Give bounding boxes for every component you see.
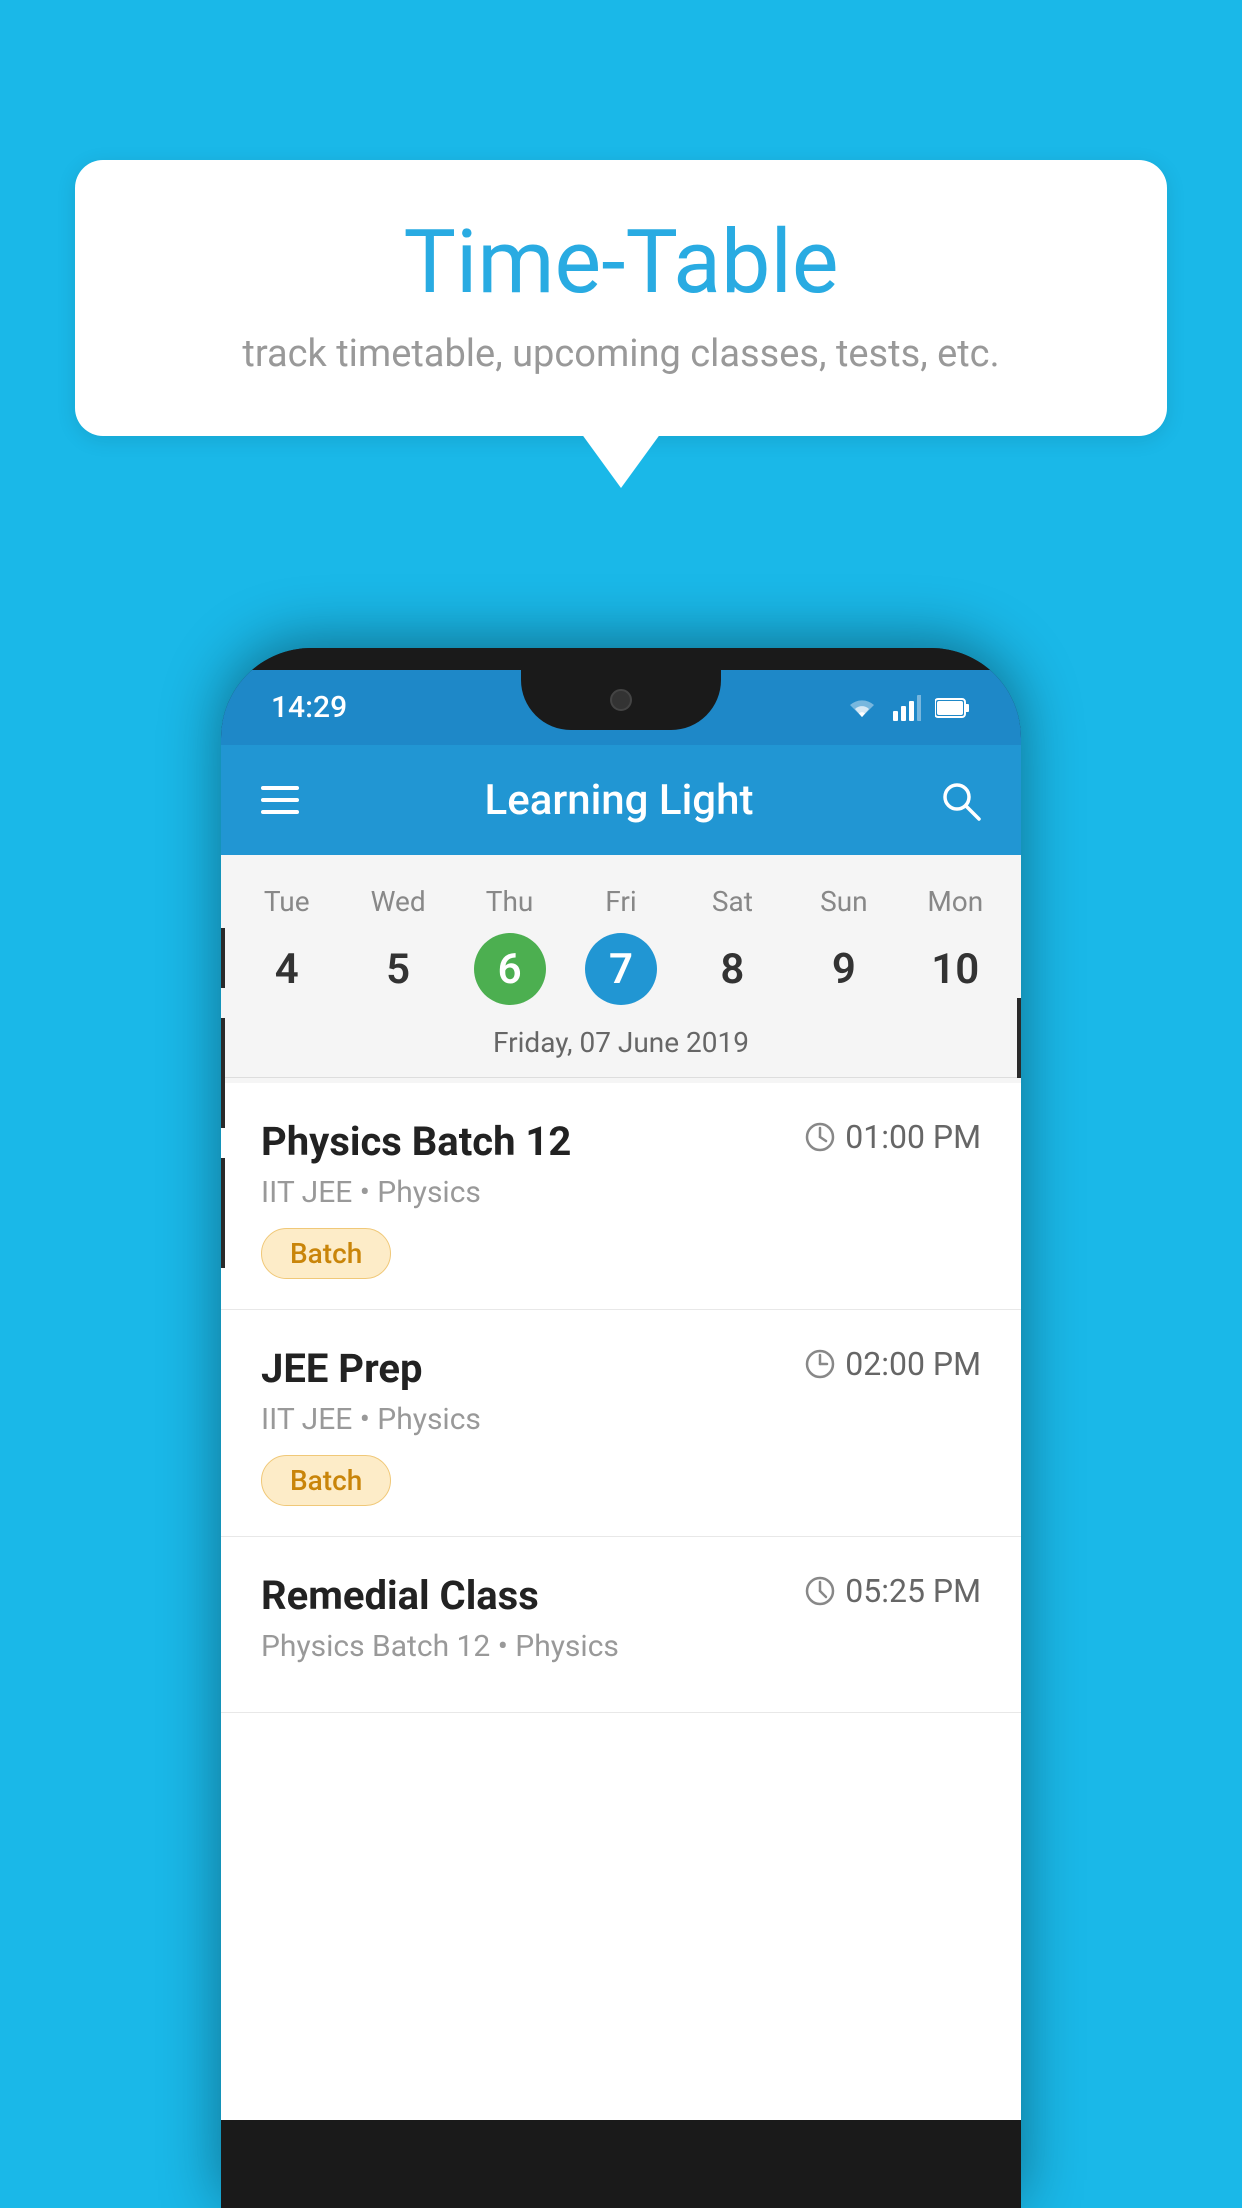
day-name-mon: Mon (900, 875, 1011, 928)
day-name-tue: Tue (231, 875, 342, 928)
class-time-2: 02:00 PM (805, 1345, 981, 1383)
phone-frame: 14:29 (221, 648, 1021, 2208)
status-time: 14:29 (271, 690, 347, 725)
batch-tag-2: Batch (261, 1455, 391, 1506)
phone-top-border (221, 648, 1021, 670)
battery-icon (935, 697, 971, 719)
day-8[interactable]: 8 (677, 933, 788, 1006)
notch (521, 670, 721, 730)
day-4[interactable]: 4 (231, 933, 342, 1006)
schedule-list: Physics Batch 12 01:00 PM IIT JEE • Phys… (221, 1083, 1021, 2120)
bubble-subtitle: track timetable, upcoming classes, tests… (135, 332, 1107, 376)
app-bar: Learning Light (221, 745, 1021, 855)
day-9[interactable]: 9 (788, 933, 899, 1006)
day-name-sat: Sat (677, 875, 788, 928)
silent-button[interactable] (221, 928, 225, 988)
clock-icon-3 (805, 1576, 835, 1606)
day-names: Tue Wed Thu Fri Sat Sun Mon (221, 875, 1021, 928)
time-text-2: 02:00 PM (845, 1345, 981, 1383)
time-text-3: 05:25 PM (845, 1572, 981, 1610)
schedule-item-2[interactable]: JEE Prep 02:00 PM IIT JEE • Physics Batc… (221, 1310, 1021, 1537)
signal-icon (893, 695, 921, 721)
power-button[interactable] (1017, 998, 1021, 1078)
schedule-item-1[interactable]: Physics Batch 12 01:00 PM IIT JEE • Phys… (221, 1083, 1021, 1310)
clock-icon-1 (805, 1122, 835, 1152)
batch-tag-1: Batch (261, 1228, 391, 1279)
class-name-3: Remedial Class (261, 1572, 539, 1619)
class-subject-3: Physics Batch 12 • Physics (261, 1629, 981, 1664)
day-5[interactable]: 5 (342, 933, 453, 1006)
day-name-wed: Wed (342, 875, 453, 928)
schedule-item-1-header: Physics Batch 12 01:00 PM (261, 1118, 981, 1165)
schedule-item-3[interactable]: Remedial Class 05:25 PM Physics Batch 12… (221, 1537, 1021, 1713)
phone-inner: Learning Light Tue Wed Thu Fri Sat Sun M… (221, 745, 1021, 2120)
schedule-item-3-header: Remedial Class 05:25 PM (261, 1572, 981, 1619)
class-time-1: 01:00 PM (805, 1118, 981, 1156)
volume-up-button[interactable] (221, 1018, 225, 1128)
speech-bubble: Time-Table track timetable, upcoming cla… (75, 160, 1167, 436)
class-name-2: JEE Prep (261, 1345, 422, 1392)
day-numbers: 4 5 6 7 8 9 10 (221, 928, 1021, 1011)
selected-date-label: Friday, 07 June 2019 (221, 1011, 1021, 1078)
status-bar: 14:29 (221, 670, 1021, 745)
camera (610, 689, 632, 711)
day-name-sun: Sun (788, 875, 899, 928)
time-text-1: 01:00 PM (845, 1118, 981, 1156)
day-name-thu: Thu (454, 875, 565, 928)
calendar-strip: Tue Wed Thu Fri Sat Sun Mon 4 5 6 7 8 9 … (221, 855, 1021, 1083)
app-title: Learning Light (334, 776, 904, 825)
volume-down-button[interactable] (221, 1158, 225, 1268)
search-icon[interactable] (939, 779, 981, 821)
menu-icon[interactable] (261, 786, 299, 814)
class-time-3: 05:25 PM (805, 1572, 981, 1610)
class-subject-1: IIT JEE • Physics (261, 1175, 981, 1210)
day-7-selected[interactable]: 7 (585, 933, 657, 1005)
class-name-1: Physics Batch 12 (261, 1118, 571, 1165)
class-subject-2: IIT JEE • Physics (261, 1402, 981, 1437)
clock-icon-2 (805, 1349, 835, 1379)
bubble-title: Time-Table (135, 215, 1107, 312)
speech-bubble-container: Time-Table track timetable, upcoming cla… (75, 160, 1167, 436)
day-name-fri: Fri (565, 875, 676, 928)
status-icons (845, 695, 971, 721)
wifi-icon (845, 695, 879, 721)
day-10[interactable]: 10 (900, 933, 1011, 1006)
schedule-item-2-header: JEE Prep 02:00 PM (261, 1345, 981, 1392)
day-6-today[interactable]: 6 (474, 933, 546, 1005)
